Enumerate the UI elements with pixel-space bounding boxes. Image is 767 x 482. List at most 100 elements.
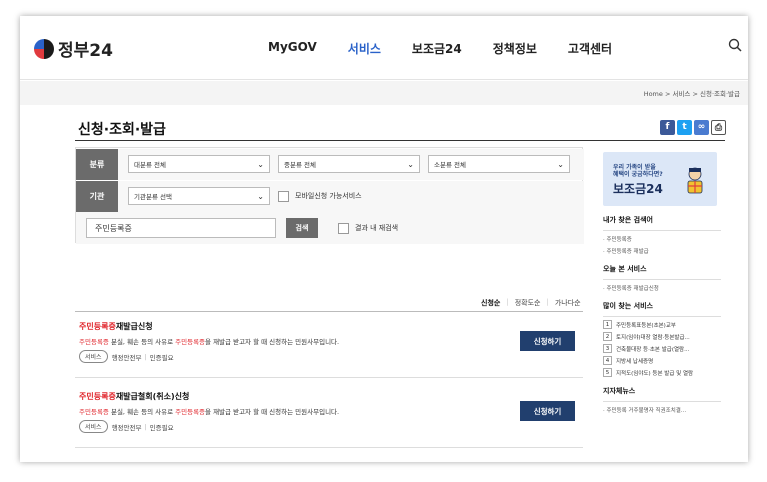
meta-divider: | [144,422,147,431]
chevron-down-icon: ⌄ [407,159,414,169]
rank-number: 1 [603,320,612,329]
popular-service-label: 토지(임야)대장 열람·등본발급... [616,334,690,341]
sort-by-request[interactable]: 신청순 [481,298,500,308]
keyword-input[interactable]: 주민등록증 [86,218,276,238]
category-middle-select[interactable]: 중분류 전체 ⌄ [278,155,420,173]
sort-divider: | [506,298,509,306]
result-title-highlight: 주민등록증 [79,392,116,401]
result-item: 주민등록증재발급철회(취소)신청 주민등록증 분실, 훼손 등의 사유로 주민등… [75,382,583,448]
browser-page: 정부24 MyGOV 서비스 보조금24 정책정보 고객센터 Home > 서비… [20,16,748,462]
apply-button[interactable]: 신청하기 [520,401,575,421]
result-description: 주민등록증 분실, 훼손 등의 사유로 주민등록증을 재발급 받고자 할 때 신… [79,406,339,416]
sort-options: 신청순 | 정확도순 | 가나다순 [475,298,581,308]
nav-subsidy24[interactable]: 보조금24 [412,40,462,57]
local-news-item[interactable]: · 주민등록 거주불명자 직권조치결... [603,406,721,414]
result-desc-text: 을 재발급 받고자 할 때 신청하는 민원사무입니다. [205,338,340,346]
nav-policy-info[interactable]: 정책정보 [493,40,537,57]
category-major-value: 대분류 전체 [134,161,166,169]
popular-service-label: 지방세 납세증명 [616,358,654,365]
viewed-service-item[interactable]: · 주민등록증 재발급신청 [603,284,721,292]
result-title[interactable]: 주민등록증재발급철회(취소)신청 [79,391,189,402]
popular-services-title: 많이 찾는 서비스 [603,301,721,317]
result-title[interactable]: 주민등록증재발급신청 [79,321,153,332]
chevron-down-icon: ⌄ [557,159,564,169]
mobile-checkbox-row: 모바일신청 가능서비스 [278,190,362,202]
agency-select-value: 기관분류 선택 [134,193,172,201]
link-icon[interactable]: ∞ [694,120,709,135]
popular-service-label: 지적도(임야도) 등본 발급 및 열람 [616,370,694,377]
rank-number: 3 [603,344,612,353]
breadcrumb-bar: Home > 서비스 > 신청·조회·발급 [20,81,748,105]
within-results-row: 결과 내 재검색 [338,222,399,234]
popular-service-label: 주민등록표등본(초본)교부 [616,322,676,329]
agency-label: 기관 [76,180,118,212]
logo-mark-icon [34,38,54,59]
viewed-services-title: 오늘 본 서비스 [603,264,721,280]
category-middle-value: 중분류 전체 [284,161,316,169]
popular-service-item[interactable]: 3 건축물대장 등·초본 발급(열람... [603,344,721,353]
recent-search-title: 내가 찾은 검색어 [603,215,721,231]
nav-customer-center[interactable]: 고객센터 [568,40,612,57]
result-meta: 서비스 행정안전부 | 인증필요 [79,350,174,363]
sort-by-alphabet[interactable]: 가나다순 [555,298,581,308]
title-divider [75,140,725,141]
breadcrumb[interactable]: Home > 서비스 > 신청·조회·발급 [644,88,740,98]
within-results-label: 결과 내 재검색 [355,224,399,232]
mobile-checkbox-label: 모바일신청 가능서비스 [295,192,362,200]
popular-service-item[interactable]: 2 토지(임야)대장 열람·등본발급... [603,332,721,341]
keyword-row: 주민등록증 검색 결과 내 재검색 [76,212,584,244]
result-title-rest: 재발급철회(취소)신청 [115,392,190,401]
mobile-checkbox[interactable] [278,190,289,202]
result-title-rest: 재발급신청 [115,322,153,331]
banner-line2: 혜택이 궁금하다면? [613,171,663,178]
within-results-checkbox[interactable] [338,222,349,234]
result-meta: 서비스 행정안전부 | 인증필요 [79,420,174,433]
print-icon[interactable]: ⎙ [711,120,726,135]
result-item: 주민등록증재발급신청 주민등록증 분실, 훼손 등의 사유로 주민등록증을 재발… [75,312,583,378]
nav-mygov[interactable]: MyGOV [268,40,317,57]
service-tag: 서비스 [79,420,108,433]
logo-text: 정부24 [58,41,113,61]
facebook-icon[interactable]: f [660,120,675,135]
agency-select[interactable]: 기관분류 선택 ⌄ [128,187,270,205]
result-title-highlight: 주민등록증 [79,322,116,331]
search-button[interactable]: 검색 [286,218,318,238]
category-minor-value: 소분류 전체 [434,161,466,169]
result-desc-highlight: 주민등록증 [175,338,206,346]
subsidy24-banner[interactable]: 우리 가족이 받을 혜택이 궁금하다면? 보조금24 [603,152,717,206]
sort-by-accuracy[interactable]: 정확도순 [515,298,541,308]
popular-service-item[interactable]: 5 지적도(임야도) 등본 발급 및 열람 [603,368,721,377]
search-icon[interactable] [728,38,742,52]
category-label: 분류 [76,148,118,180]
category-row: 분류 대분류 전체 ⌄ 중분류 전체 ⌄ 소분류 전체 ⌄ [76,148,584,180]
result-desc-highlight: 주민등록증 [79,338,109,346]
sort-divider: | [546,298,549,306]
top-header: 정부24 MyGOV 서비스 보조금24 정책정보 고객센터 [20,16,748,80]
popular-service-item[interactable]: 4 지방세 납세증명 [603,356,721,365]
category-major-select[interactable]: 대분류 전체 ⌄ [128,155,270,173]
sidebar: 우리 가족이 받을 혜택이 궁금하다면? 보조금24 내가 찾은 검색어 · 주… [603,152,721,414]
filter-box: 분류 대분류 전체 ⌄ 중분류 전체 ⌄ 소분류 전체 ⌄ 기관 기관분류 선택… [75,147,584,244]
main-nav: MyGOV 서비스 보조금24 정책정보 고객센터 [268,40,643,57]
meta-divider: | [144,352,147,361]
popular-service-label: 건축물대장 등·초본 발급(열람... [616,346,690,353]
nav-services[interactable]: 서비스 [348,40,381,57]
apply-button[interactable]: 신청하기 [520,331,575,351]
category-selects: 대분류 전체 ⌄ 중분류 전체 ⌄ 소분류 전체 ⌄ [118,148,584,180]
rank-number: 4 [603,356,612,365]
result-auth: 인증필요 [149,353,174,362]
site-logo[interactable]: 정부24 [34,36,113,61]
chevron-down-icon: ⌄ [257,191,264,201]
service-tag: 서비스 [79,350,108,363]
result-agency: 행정안전부 [111,353,142,362]
rank-number: 2 [603,332,612,341]
result-desc-text: 분실, 훼손 등의 사유로 [108,408,176,416]
recent-search-item[interactable]: · 주민등록증 재발급 [603,247,721,255]
result-description: 주민등록증 분실, 훼손 등의 사유로 주민등록증을 재발급 받고자 할 때 신… [79,336,339,346]
category-minor-select[interactable]: 소분류 전체 ⌄ [428,155,570,173]
popular-service-item[interactable]: 1 주민등록표등본(초본)교부 [603,320,721,329]
twitter-icon[interactable]: t [677,120,692,135]
banner-title: 보조금24 [613,182,663,196]
result-desc-highlight: 주민등록증 [79,408,109,416]
recent-search-item[interactable]: · 주민등록증 [603,235,721,243]
